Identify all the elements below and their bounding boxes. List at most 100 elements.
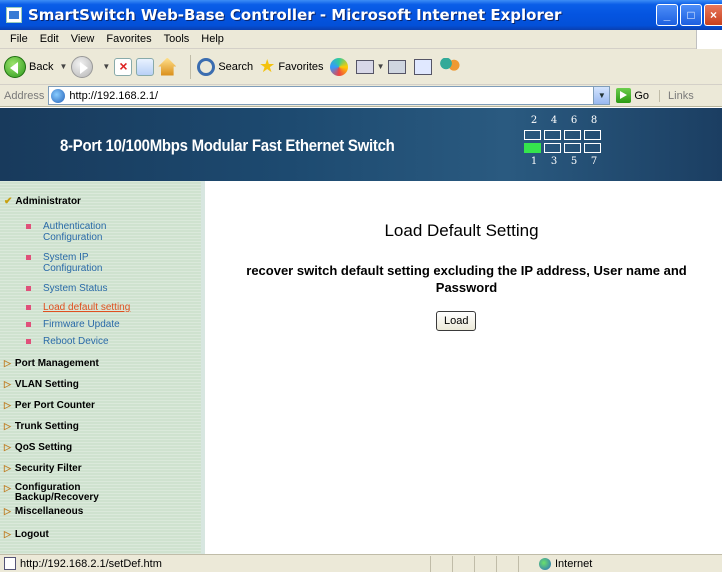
- bullet-icon: [26, 224, 31, 229]
- menu-favorites[interactable]: Favorites: [100, 33, 157, 45]
- nav-configuration-backup-recovery[interactable]: ▷ Configuration Backup/Recovery: [4, 483, 99, 503]
- nav-sub-label: Reboot Device: [43, 336, 109, 347]
- minimize-button[interactable]: _: [656, 4, 678, 26]
- favorites-button[interactable]: ★ Favorites: [259, 56, 323, 77]
- status-url: http://192.168.2.1/setDef.htm: [20, 557, 162, 570]
- status-url-area: http://192.168.2.1/setDef.htm: [0, 557, 430, 570]
- arrow-right-icon: ▷: [4, 358, 11, 368]
- switch-banner: 8-Port 10/100Mbps Modular Fast Ethernet …: [0, 108, 722, 181]
- nav-logout[interactable]: ▷ Logout: [4, 529, 49, 540]
- toolbar: Back ▼ ▼ Search ★ Favorites ▼: [0, 49, 722, 85]
- nav-sub-label: System Status: [43, 283, 108, 294]
- ie-window-icon[interactable]: [6, 7, 22, 23]
- nav-authentication-configuration[interactable]: Authentication Configuration: [26, 221, 106, 243]
- description-text: recover switch default setting excluding…: [219, 262, 714, 296]
- mail-dropdown-icon[interactable]: ▼: [377, 62, 385, 71]
- port-3-indicator[interactable]: [544, 143, 561, 153]
- nav-load-default-setting[interactable]: Load default setting: [26, 302, 130, 313]
- port-2-indicator[interactable]: [524, 130, 541, 140]
- nav-section-label: VLAN Setting: [14, 379, 79, 390]
- forward-arrow-icon: [71, 55, 94, 78]
- nav-section-label: Miscellaneous: [14, 506, 84, 517]
- nav-system-ip-configuration[interactable]: System IP Configuration: [26, 252, 102, 274]
- port-8-indicator[interactable]: [584, 130, 601, 140]
- nav-reboot-device[interactable]: Reboot Device: [26, 336, 109, 347]
- port-7-indicator[interactable]: [584, 143, 601, 153]
- nav-trunk-setting[interactable]: ▷ Trunk Setting: [4, 421, 79, 432]
- nav-vlan-setting[interactable]: ▷ VLAN Setting: [4, 379, 79, 390]
- port-5-indicator[interactable]: [564, 143, 581, 153]
- page-ie-icon: [51, 88, 66, 103]
- print-icon[interactable]: [388, 59, 407, 74]
- search-button[interactable]: Search: [197, 57, 254, 76]
- internet-globe-icon: [539, 557, 551, 570]
- port-numbers-top: 2 4 6 8: [524, 115, 604, 126]
- nav-port-management[interactable]: ▷ Port Management: [4, 358, 99, 369]
- close-button[interactable]: ×: [704, 4, 722, 26]
- go-button[interactable]: Go: [616, 88, 649, 103]
- port-number: 7: [590, 156, 598, 167]
- port-1-indicator[interactable]: [524, 143, 541, 153]
- toolbar-separator: [190, 54, 192, 79]
- back-button[interactable]: Back: [4, 55, 53, 78]
- edit-icon[interactable]: [414, 58, 433, 75]
- nav-administrator[interactable]: ✔ Administrator: [4, 196, 81, 207]
- refresh-icon[interactable]: [136, 57, 155, 76]
- arrow-right-icon: ▷: [4, 506, 11, 516]
- port-row-bottom: [524, 143, 604, 153]
- search-label: Search: [218, 60, 254, 73]
- arrow-right-icon: ▷: [4, 400, 11, 410]
- status-cell: [496, 555, 518, 572]
- arrow-right-icon: ▷: [4, 379, 11, 389]
- bullet-icon: [26, 286, 31, 291]
- nav-qos-setting[interactable]: ▷ QoS Setting: [4, 442, 72, 453]
- bullet-icon: [26, 322, 31, 327]
- port-number: 5: [570, 156, 578, 167]
- description-line: recover switch default setting excluding…: [246, 263, 687, 278]
- forward-button[interactable]: [71, 55, 96, 78]
- messenger-icon[interactable]: [440, 57, 461, 76]
- back-dropdown-icon[interactable]: ▼: [59, 62, 67, 71]
- address-input[interactable]: http://192.168.2.1/ ▼: [48, 86, 611, 105]
- main-content: Load Default Setting recover switch defa…: [209, 181, 722, 554]
- menu-edit[interactable]: Edit: [34, 33, 65, 45]
- port-number: 1: [530, 156, 538, 167]
- port-6-indicator[interactable]: [564, 130, 581, 140]
- nav-section-label: Logout: [14, 529, 49, 540]
- port-4-indicator[interactable]: [544, 130, 561, 140]
- menu-help[interactable]: Help: [195, 33, 230, 45]
- nav-per-port-counter[interactable]: ▷ Per Port Counter: [4, 400, 95, 411]
- mail-icon[interactable]: [355, 59, 374, 74]
- port-row-top: [524, 130, 604, 140]
- back-arrow-icon: [4, 55, 26, 78]
- arrow-right-icon: ▷: [4, 463, 11, 473]
- nav-security-filter[interactable]: ▷ Security Filter: [4, 463, 82, 474]
- links-button[interactable]: Links: [659, 89, 694, 102]
- menu-file[interactable]: File: [4, 33, 34, 45]
- left-nav: ✔ Administrator Authentication Configurat…: [0, 181, 205, 554]
- forward-dropdown-icon[interactable]: ▼: [102, 62, 110, 71]
- status-bar: http://192.168.2.1/setDef.htm Internet: [0, 554, 722, 572]
- nav-firmware-update[interactable]: Firmware Update: [26, 319, 120, 330]
- menu-tools[interactable]: Tools: [158, 33, 196, 45]
- nav-sub-label: Firmware Update: [43, 319, 120, 330]
- window-controls: _ □ ×: [656, 4, 722, 26]
- address-dropdown-icon[interactable]: ▼: [593, 87, 610, 104]
- favorites-label: Favorites: [278, 60, 324, 73]
- address-url: http://192.168.2.1/: [69, 89, 159, 102]
- nav-section-label: Per Port Counter: [14, 400, 95, 411]
- windows-logo-icon: [696, 30, 722, 49]
- home-icon[interactable]: [158, 57, 177, 76]
- stop-icon[interactable]: [114, 57, 133, 76]
- load-button[interactable]: Load: [436, 311, 477, 331]
- media-icon[interactable]: [329, 57, 348, 76]
- address-bar: Address http://192.168.2.1/ ▼ Go Links: [0, 85, 722, 107]
- maximize-button[interactable]: □: [680, 4, 702, 26]
- nav-miscellaneous[interactable]: ▷ Miscellaneous: [4, 506, 83, 517]
- port-number: 4: [550, 115, 558, 126]
- security-zone: Internet: [518, 555, 722, 572]
- menu-view[interactable]: View: [65, 33, 101, 45]
- port-number: 2: [530, 115, 538, 126]
- nav-system-status[interactable]: System Status: [26, 283, 107, 294]
- title-bar: SmartSwitch Web-Base Controller - Micros…: [0, 0, 722, 30]
